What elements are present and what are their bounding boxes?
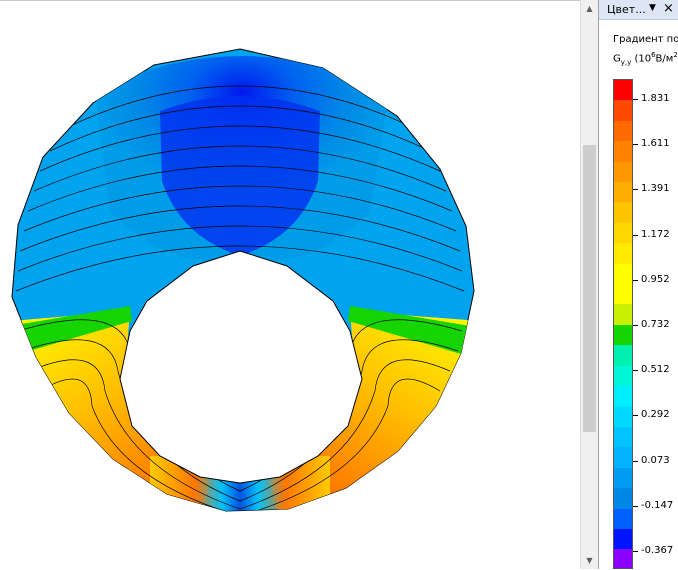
legend-swatch bbox=[614, 222, 632, 244]
legend-title: Градиент пол bbox=[613, 34, 678, 45]
legend-tick-label: -0.147 bbox=[641, 499, 674, 511]
legend-tick-mark bbox=[633, 279, 638, 281]
vertical-scrollbar[interactable]: ▲ ▼ bbox=[580, 0, 598, 569]
legend-swatch bbox=[614, 120, 632, 142]
legend-tick-mark bbox=[633, 505, 638, 507]
legend-tick-mark bbox=[633, 415, 638, 417]
arrow-up-icon[interactable]: ▲ bbox=[581, 0, 598, 17]
legend-tick-mark bbox=[633, 460, 638, 462]
legend-swatch bbox=[614, 406, 632, 427]
legend-tick-label: 1.831 bbox=[641, 93, 670, 104]
legend-tick-label: 1.391 bbox=[641, 183, 670, 195]
legend-swatch bbox=[614, 182, 632, 203]
legend-swatch bbox=[614, 508, 632, 529]
legend-swatch bbox=[614, 345, 632, 366]
scrollbar-thumb[interactable] bbox=[583, 145, 596, 432]
legend-tick-mark bbox=[633, 144, 638, 146]
close-icon[interactable]: × bbox=[663, 1, 674, 16]
legend-swatch bbox=[614, 80, 632, 101]
legend-tick-label: 0.292 bbox=[641, 409, 670, 421]
legend-swatch bbox=[614, 263, 632, 285]
color-legend-panel: Цвет... ▼ × Градиент пол Gy,y (106В/м2) … bbox=[598, 0, 678, 569]
legend-swatch bbox=[614, 386, 632, 407]
legend-tick-label: 0.952 bbox=[641, 273, 670, 285]
legend-swatch bbox=[614, 447, 632, 468]
legend-swatch bbox=[614, 549, 632, 568]
legend-unit: Gy,y (106В/м2) bbox=[613, 51, 678, 67]
legend-tick-label: 1.611 bbox=[641, 138, 670, 150]
legend-tick-mark bbox=[633, 551, 638, 552]
legend-tick-label: 1.172 bbox=[641, 228, 670, 240]
legend-tick-label: -0.367 bbox=[641, 545, 674, 556]
legend-swatch bbox=[614, 467, 632, 489]
legend-swatch bbox=[614, 324, 632, 346]
legend-swatch bbox=[614, 488, 632, 509]
panel-titlebar[interactable]: Цвет... ▼ × bbox=[599, 0, 678, 20]
legend-swatch bbox=[614, 141, 632, 162]
legend-tick-mark bbox=[633, 189, 638, 191]
legend-swatch bbox=[614, 304, 632, 325]
legend-swatch bbox=[614, 202, 632, 223]
panel-title: Цвет... bbox=[607, 3, 646, 16]
legend-swatch bbox=[614, 528, 632, 550]
legend-swatch bbox=[614, 284, 632, 305]
field-plot bbox=[11, 48, 475, 512]
arrow-down-icon[interactable]: ▼ bbox=[581, 552, 598, 569]
legend-swatch bbox=[614, 426, 632, 448]
legend-tick-mark bbox=[633, 325, 638, 326]
legend-tick-mark bbox=[633, 234, 638, 236]
legend-swatch bbox=[614, 365, 632, 387]
legend-tick-label: 0.732 bbox=[641, 319, 670, 330]
legend-swatch bbox=[614, 100, 632, 121]
legend-tick-mark bbox=[633, 99, 638, 100]
legend-swatch bbox=[614, 243, 632, 264]
legend-swatch bbox=[614, 161, 632, 183]
legend-color-bar bbox=[613, 79, 633, 569]
plot-viewport[interactable] bbox=[0, 0, 580, 569]
chevron-down-icon[interactable]: ▼ bbox=[649, 3, 656, 13]
legend-tick-mark bbox=[633, 370, 638, 372]
legend-tick-label: 0.512 bbox=[641, 364, 670, 376]
legend-tick-label: 0.073 bbox=[641, 454, 670, 466]
